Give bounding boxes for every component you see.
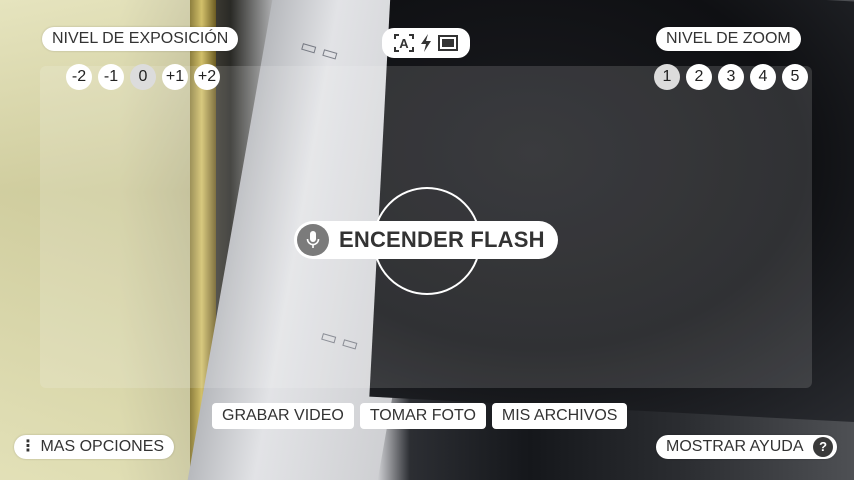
- auto-mode-icon[interactable]: A: [393, 33, 415, 53]
- zoom-levels: 1 2 3 4 5: [654, 64, 808, 90]
- show-help-label: MOSTRAR AYUDA: [666, 438, 803, 455]
- zoom-level-3[interactable]: 3: [718, 64, 744, 90]
- help-icon: ?: [813, 436, 834, 457]
- exposure-title: NIVEL DE EXPOSICIÓN: [42, 27, 239, 51]
- my-files-button[interactable]: MIS ARCHIVOS: [491, 403, 628, 429]
- exposure-level-minus-1[interactable]: -1: [98, 64, 124, 90]
- auto-mode-glyph: A: [399, 36, 409, 51]
- zoom-level-4[interactable]: 4: [750, 64, 776, 90]
- voice-command-text: ENCENDER FLASH: [339, 227, 545, 252]
- zoom-level-5[interactable]: 5: [782, 64, 808, 90]
- exposure-level-minus-2[interactable]: -2: [66, 64, 92, 90]
- exposure-level-plus-2[interactable]: +2: [194, 64, 220, 90]
- flash-icon[interactable]: [419, 33, 433, 53]
- zoom-level-1[interactable]: 1: [654, 64, 680, 90]
- zoom-title: NIVEL DE ZOOM: [656, 27, 801, 51]
- capture-actions: GRABAR VIDEO TOMAR FOTO MIS ARCHIVOS: [212, 403, 628, 429]
- exposure-level-0[interactable]: 0: [130, 64, 156, 90]
- aspect-ratio-icon[interactable]: [437, 33, 459, 53]
- more-options-button[interactable]: ⋮ MAS OPCIONES: [14, 435, 175, 459]
- exposure-levels: -2 -1 0 +1 +2: [66, 64, 220, 90]
- zoom-level-2[interactable]: 2: [686, 64, 712, 90]
- record-video-button[interactable]: GRABAR VIDEO: [212, 403, 354, 429]
- exposure-level-plus-1[interactable]: +1: [162, 64, 188, 90]
- show-help-button[interactable]: MOSTRAR AYUDA ?: [656, 435, 838, 459]
- microphone-icon: [297, 224, 329, 256]
- take-photo-button[interactable]: TOMAR FOTO: [359, 403, 486, 429]
- more-vertical-icon: ⋮: [20, 438, 36, 455]
- camera-mode-bar: A: [382, 28, 470, 58]
- more-options-label: MAS OPCIONES: [40, 438, 165, 455]
- voice-command-indicator: ENCENDER FLASH: [294, 221, 558, 259]
